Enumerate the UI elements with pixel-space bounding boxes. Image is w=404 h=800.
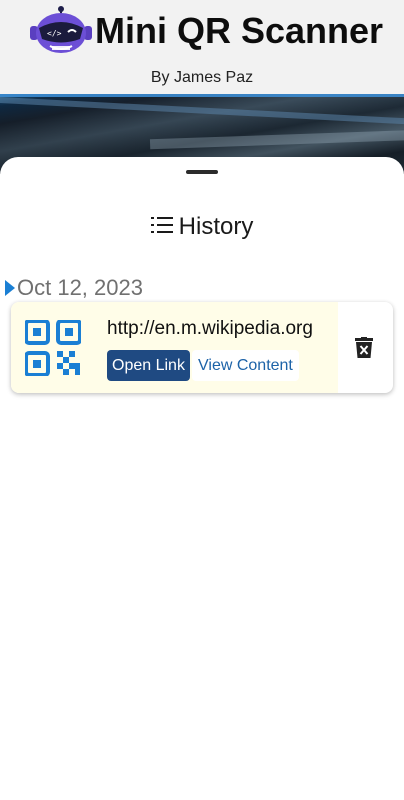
robot-mascot-icon: </> (30, 6, 92, 53)
history-item-content: http://en.m.wikipedia.org (107, 318, 313, 339)
view-content-button[interactable]: View Content (192, 350, 299, 381)
list-icon (150, 216, 173, 233)
history-sheet: History Oct 12, 2023 http://en.m.wikiped… (0, 157, 404, 800)
sheet-drag-handle[interactable] (186, 170, 218, 174)
svg-text:</>: </> (47, 29, 62, 38)
history-item[interactable]: http://en.m.wikipedia.org Open Link View… (11, 302, 393, 393)
caret-right-icon (5, 280, 15, 296)
history-item-body: http://en.m.wikipedia.org Open Link View… (11, 302, 338, 393)
history-heading: History (0, 213, 404, 241)
app-header: </> Mini QR Scanner By James Paz (0, 0, 404, 94)
open-link-button[interactable]: Open Link (107, 350, 190, 381)
app-author: By James Paz (150, 69, 254, 86)
qr-code-icon (25, 320, 81, 376)
date-label: Oct 12, 2023 (17, 275, 143, 300)
delete-icon[interactable] (353, 337, 375, 359)
app-title: Mini QR Scanner (95, 10, 384, 51)
history-heading-label: History (178, 213, 254, 240)
